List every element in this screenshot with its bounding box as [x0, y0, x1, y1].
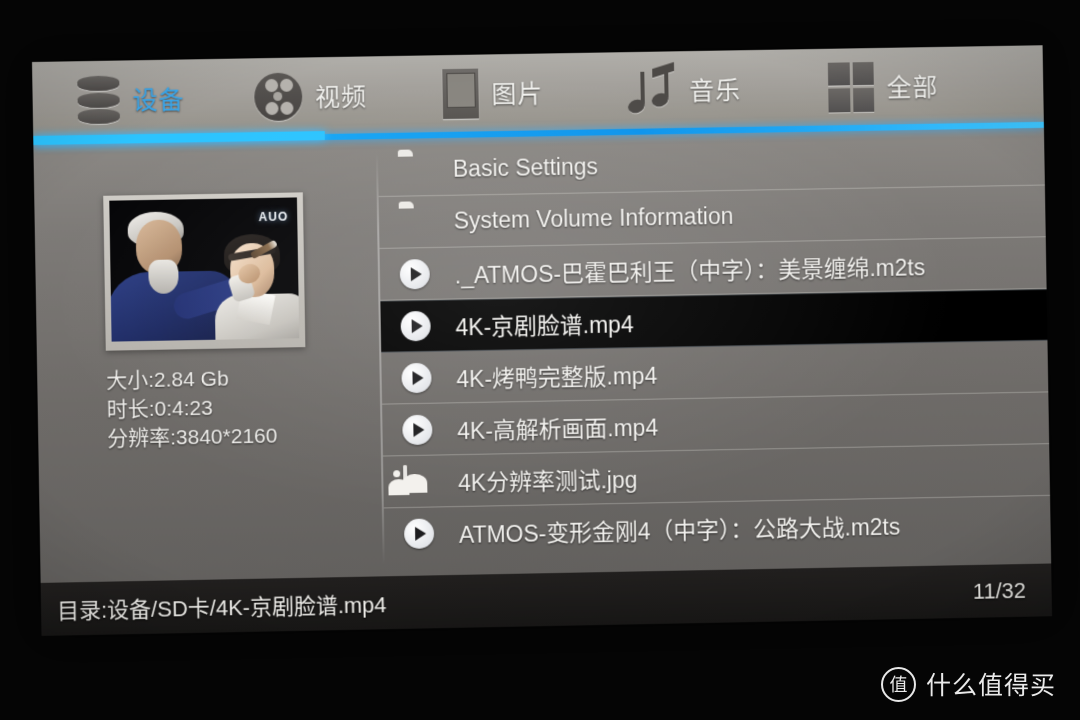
- content-area: AUO 大小:2.84 Gb 时长:0:4:23 分辨率:3840*2160 B…: [33, 128, 1051, 583]
- nav-tab-video[interactable]: 视频: [253, 56, 368, 135]
- file-name: 4K-京剧脸谱.mp4: [455, 311, 634, 341]
- file-list[interactable]: Basic Settings System Volume Information…: [377, 128, 1051, 577]
- file-name: Basic Settings: [452, 153, 599, 182]
- play-icon: [399, 258, 434, 289]
- file-name: 4K-烤鸭完整版.mp4: [456, 362, 658, 392]
- thumbnail-image: AUO: [109, 197, 300, 342]
- film-reel-icon: [253, 72, 303, 121]
- watermark-text: 什么值得买: [925, 671, 1056, 700]
- photo-frame-icon: [442, 68, 479, 119]
- folder-icon: [398, 155, 432, 186]
- nav-tab-device-label: 设备: [132, 85, 185, 115]
- nav-tab-picture-label: 图片: [491, 79, 544, 109]
- nav-tab-video-label: 视频: [314, 82, 368, 112]
- music-note-icon: [626, 61, 677, 116]
- nav-tab-music-label: 音乐: [689, 76, 742, 106]
- file-name: 4K-高解析画面.mp4: [457, 414, 659, 444]
- file-name: ATMOS-变形金刚4（中字）：公路大战.m2ts: [458, 513, 901, 548]
- screenshot-stage: 设备 视频 图片 音乐 全部 AUO 大小:2.84 Gb 时长:0:4:23 …: [0, 0, 1080, 720]
- file-resolution: 分辨率:3840*2160: [107, 424, 278, 451]
- nav-tab-all-label: 全部: [886, 73, 939, 103]
- grid-icon: [827, 61, 875, 113]
- nav-tab-picture[interactable]: 图片: [442, 54, 544, 132]
- preview-pane: AUO 大小:2.84 Gb 时长:0:4:23 分辨率:3840*2160: [33, 139, 385, 583]
- nav-tab-all[interactable]: 全部: [827, 47, 939, 126]
- folder-icon: [399, 207, 433, 238]
- file-metadata: 大小:2.84 Gb 时长:0:4:23 分辨率:3840*2160: [106, 363, 383, 455]
- file-name: 4K分辨率测试.jpg: [457, 466, 638, 496]
- page-indicator: 11/32: [972, 577, 1027, 604]
- file-name: System Volume Information: [453, 202, 734, 234]
- thumbnail-watermark: AUO: [258, 209, 289, 225]
- nav-tab-device[interactable]: 设备: [77, 59, 185, 138]
- device-icon: [77, 74, 120, 125]
- play-icon: [403, 518, 438, 549]
- play-icon: [402, 414, 436, 445]
- play-icon: [401, 362, 435, 393]
- watermark-badge-icon: 值: [880, 666, 916, 702]
- site-watermark: 值 什么值得买: [880, 666, 1056, 702]
- current-path: 目录:设备/SD卡/4K-京剧脸谱.mp4: [56, 591, 387, 624]
- file-name: ._ATMOS-巴霍巴利王（中字）：美景缠绵.m2ts: [454, 253, 926, 289]
- projected-screen: 设备 视频 图片 音乐 全部 AUO 大小:2.84 Gb 时长:0:4:23 …: [32, 45, 1053, 636]
- image-icon: [388, 464, 437, 497]
- thumbnail-frame: AUO: [103, 192, 306, 351]
- nav-tab-music[interactable]: 音乐: [626, 50, 742, 129]
- play-icon: [400, 310, 434, 342]
